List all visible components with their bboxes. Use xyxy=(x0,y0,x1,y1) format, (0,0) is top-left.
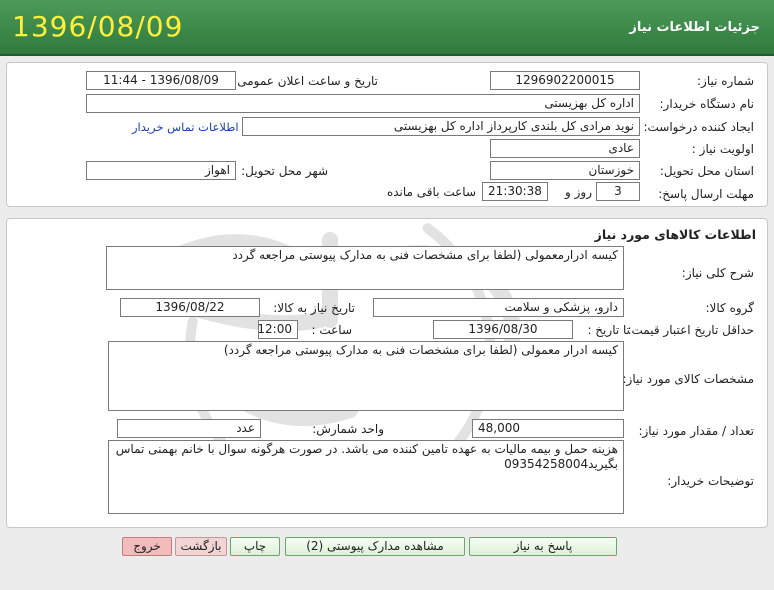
creator-field: نوید مرادی کل بلندی کارپرداز اداره کل به… xyxy=(242,117,640,136)
creator-label: ایجاد کننده درخواست: xyxy=(643,120,754,134)
summary-label: شرح کلی نیاز: xyxy=(681,266,754,280)
priority-label: اولویت نیاز : xyxy=(691,142,754,156)
unit-field: عدد xyxy=(117,419,261,438)
need-number-field: 1296902200015 xyxy=(490,71,640,90)
city-field: اهواز xyxy=(86,161,236,180)
min-price-label: حداقل تاریخ اعتبار قیمت: xyxy=(627,323,754,337)
announce-field: 1396/08/09 - 11:44 xyxy=(86,71,236,90)
group-field: دارو، پزشکی و سلامت xyxy=(373,298,624,317)
announce-label: تاریخ و ساعت اعلان عمومی: xyxy=(233,74,378,88)
hour-field: 12:00 xyxy=(258,320,298,339)
need-date-field: 1396/08/22 xyxy=(120,298,260,317)
summary-field: کیسه ادرارمعمولی (لطفا برای مشخصات فنی ب… xyxy=(106,246,624,290)
goods-section-title: اطلاعات کالاهای مورد نیاز xyxy=(594,227,756,242)
header-date: 1396/08/09 xyxy=(12,10,184,43)
buyer-name-field: اداره کل بهزیستی xyxy=(86,94,640,113)
reply-button[interactable]: پاسخ به نیاز xyxy=(469,537,617,556)
time-left-field: 21:30:38 xyxy=(482,182,548,201)
qty-label: تعداد / مقدار مورد نیاز: xyxy=(638,424,754,438)
city-label: شهر محل تحویل: xyxy=(241,164,328,178)
province-label: استان محل تحویل: xyxy=(659,164,754,178)
days-field: 3 xyxy=(596,182,640,201)
province-field: خوزستان xyxy=(490,161,640,180)
notes-label: توضیحات خریدار: xyxy=(667,474,754,488)
print-button[interactable]: چاپ xyxy=(230,537,280,556)
time-left-label: ساعت باقی مانده xyxy=(386,185,476,199)
need-number-label: شماره نیاز: xyxy=(697,74,754,88)
group-label: گروه کالا: xyxy=(705,301,755,315)
unit-label: واحد شمارش: xyxy=(312,422,384,436)
view-attachments-button[interactable]: مشاهده مدارک پیوستی (2) xyxy=(285,537,465,556)
qty-field: 48,000 xyxy=(472,419,624,438)
back-button[interactable]: بازگشت xyxy=(175,537,227,556)
buyer-name-label: نام دستگاه خریدار: xyxy=(659,97,755,111)
specs-field: کیسه ادرار معمولی (لطفا برای مشخصات فنی … xyxy=(108,341,624,411)
page-title: جزئیات اطلاعات نیاز xyxy=(629,20,760,35)
days-unit-label: روز و xyxy=(565,185,592,199)
page-header: 1396/08/09 جزئیات اطلاعات نیاز xyxy=(0,0,774,56)
specs-label: مشخصات کالای مورد نیاز: xyxy=(622,372,754,386)
exit-button[interactable]: خروج xyxy=(122,537,172,556)
until-date-field: 1396/08/30 xyxy=(433,320,573,339)
buyer-contact-link[interactable]: اطلاعات تماس خریدار xyxy=(132,120,239,134)
need-date-label: تاریخ نیاز به کالا: xyxy=(273,301,355,315)
notes-field: هزینه حمل و بیمه مالیات به عهده تامین کن… xyxy=(108,440,624,514)
hour-label: ساعت : xyxy=(311,323,352,337)
priority-field: عادی xyxy=(490,139,640,158)
deadline-label: مهلت ارسال پاسخ: xyxy=(658,187,754,201)
until-date-label: تا تاریخ : xyxy=(587,323,630,337)
